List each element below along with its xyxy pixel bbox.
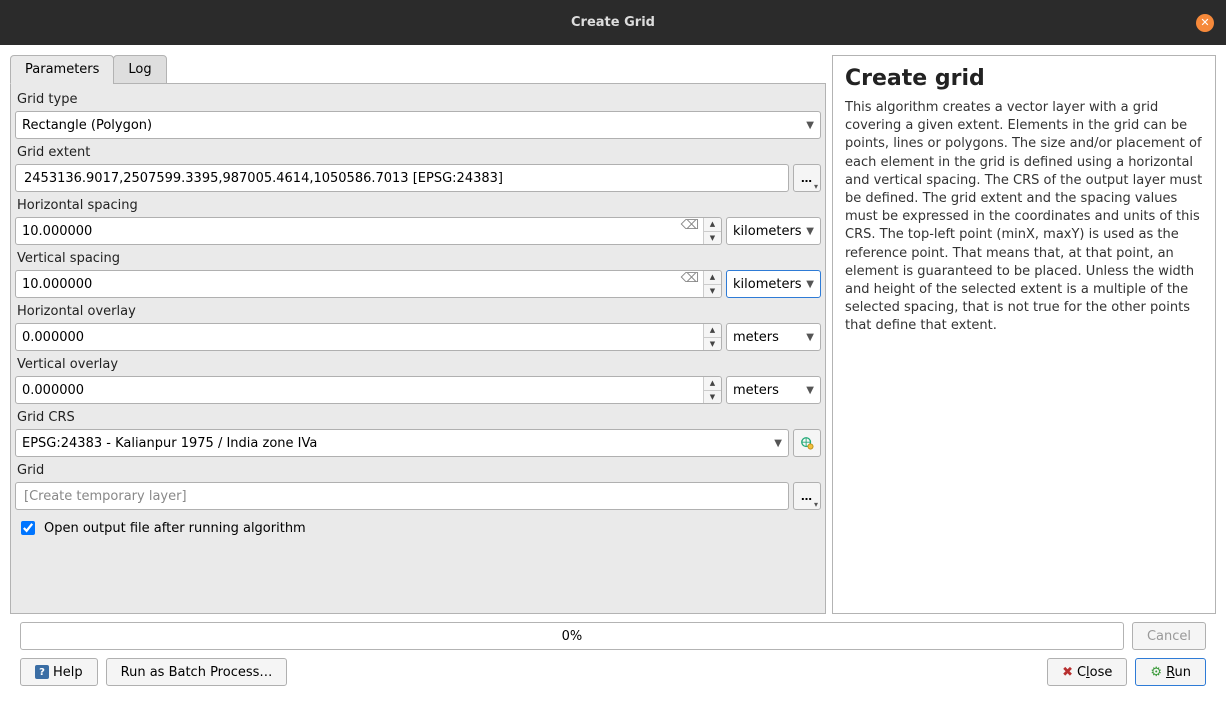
grid-output-input[interactable] — [15, 482, 789, 510]
parameters-body: Grid type Rectangle (Polygon) ▼ Grid ext… — [10, 83, 826, 614]
spin-buttons: ▲ ▼ — [703, 377, 721, 403]
voverlay-unit-select[interactable]: meters ▼ — [726, 376, 821, 404]
run-button[interactable]: ⚙ Run — [1135, 658, 1206, 686]
clear-icon[interactable]: ⌫ — [677, 218, 703, 244]
spin-buttons: ▲ ▼ — [703, 324, 721, 350]
clear-icon[interactable]: ⌫ — [677, 271, 703, 297]
upper-area: Parameters Log Grid type Rectangle (Poly… — [10, 55, 1216, 614]
globe-icon — [800, 436, 814, 450]
form-panel: Parameters Log Grid type Rectangle (Poly… — [10, 55, 826, 614]
chevron-down-icon: ▼ — [806, 279, 814, 290]
chevron-down-icon: ▾ — [814, 182, 818, 191]
hspacing-unit-value: kilometers — [733, 224, 802, 239]
help-body: This algorithm creates a vector layer wi… — [845, 99, 1203, 335]
hoverlay-unit-value: meters — [733, 330, 779, 345]
help-heading: Create grid — [845, 66, 1203, 91]
chevron-down-icon: ▼ — [806, 385, 814, 396]
grid-type-select[interactable]: Rectangle (Polygon) ▼ — [15, 111, 821, 139]
vspacing-field[interactable] — [16, 271, 677, 297]
close-icon: ✖ — [1062, 665, 1073, 680]
hspacing-unit-select[interactable]: kilometers ▼ — [726, 217, 821, 245]
grid-crs-select[interactable]: EPSG:24383 - Kalianpur 1975 / India zone… — [15, 429, 789, 457]
run-label: Run — [1166, 665, 1191, 680]
ellipsis-icon: … — [801, 172, 813, 185]
create-grid-dialog: Create Grid ✕ Parameters Log Grid type R… — [0, 0, 1226, 706]
hoverlay-spinbox[interactable]: ▲ ▼ — [15, 323, 722, 351]
hspacing-label: Horizontal spacing — [15, 194, 821, 217]
grid-output-menu-button[interactable]: … ▾ — [793, 482, 821, 510]
tab-log[interactable]: Log — [113, 55, 166, 84]
grid-type-label: Grid type — [15, 88, 821, 111]
window-close-button[interactable]: ✕ — [1196, 14, 1214, 32]
hspacing-spinbox[interactable]: ⌫ ▲ ▼ — [15, 217, 722, 245]
titlebar: Create Grid ✕ — [0, 0, 1226, 45]
chevron-down-icon: ▼ — [806, 120, 814, 131]
batch-button[interactable]: Run as Batch Process… — [106, 658, 288, 686]
voverlay-field[interactable] — [16, 377, 703, 403]
open-output-label: Open output file after running algorithm — [44, 521, 306, 536]
spin-up-button[interactable]: ▲ — [704, 377, 721, 391]
dialog-content: Parameters Log Grid type Rectangle (Poly… — [0, 45, 1226, 706]
button-row: ? Help Run as Batch Process… ✖ Close ⚙ R… — [10, 658, 1216, 696]
ellipsis-icon: … — [801, 490, 813, 503]
spin-down-button[interactable]: ▼ — [704, 338, 721, 351]
close-button[interactable]: ✖ Close — [1047, 658, 1127, 686]
spin-up-button[interactable]: ▲ — [704, 324, 721, 338]
spin-down-button[interactable]: ▼ — [704, 391, 721, 404]
window-title: Create Grid — [0, 15, 1226, 30]
grid-output-field[interactable] — [22, 488, 782, 505]
spin-buttons: ▲ ▼ — [703, 218, 721, 244]
grid-extent-label: Grid extent — [15, 141, 821, 164]
vspacing-unit-value: kilometers — [733, 277, 802, 292]
grid-extent-input[interactable] — [15, 164, 789, 192]
grid-crs-label: Grid CRS — [15, 406, 821, 429]
voverlay-unit-value: meters — [733, 383, 779, 398]
select-crs-button[interactable] — [793, 429, 821, 457]
spin-up-button[interactable]: ▲ — [704, 271, 721, 285]
help-icon: ? — [35, 665, 49, 679]
help-button[interactable]: ? Help — [20, 658, 98, 686]
spin-down-button[interactable]: ▼ — [704, 232, 721, 245]
hoverlay-unit-select[interactable]: meters ▼ — [726, 323, 821, 351]
vspacing-label: Vertical spacing — [15, 247, 821, 270]
hoverlay-field[interactable] — [16, 324, 703, 350]
spin-down-button[interactable]: ▼ — [704, 285, 721, 298]
chevron-down-icon: ▾ — [814, 500, 818, 509]
tab-bar: Parameters Log — [10, 55, 826, 84]
vspacing-spinbox[interactable]: ⌫ ▲ ▼ — [15, 270, 722, 298]
grid-output-label: Grid — [15, 459, 821, 482]
voverlay-spinbox[interactable]: ▲ ▼ — [15, 376, 722, 404]
progress-bar: 0% — [20, 622, 1124, 650]
progress-text: 0% — [562, 629, 583, 644]
chevron-down-icon: ▼ — [774, 438, 782, 449]
spin-buttons: ▲ ▼ — [703, 271, 721, 297]
run-icon: ⚙ — [1150, 665, 1162, 680]
open-output-row: Open output file after running algorithm — [15, 512, 821, 544]
grid-type-value: Rectangle (Polygon) — [22, 118, 152, 133]
chevron-down-icon: ▼ — [806, 226, 814, 237]
grid-extent-menu-button[interactable]: … ▾ — [793, 164, 821, 192]
grid-crs-value: EPSG:24383 - Kalianpur 1975 / India zone… — [22, 436, 317, 451]
hoverlay-label: Horizontal overlay — [15, 300, 821, 323]
tab-parameters[interactable]: Parameters — [10, 55, 114, 84]
spin-up-button[interactable]: ▲ — [704, 218, 721, 232]
cancel-button: Cancel — [1132, 622, 1206, 650]
hspacing-field[interactable] — [16, 218, 677, 244]
chevron-down-icon: ▼ — [806, 332, 814, 343]
open-output-checkbox[interactable] — [21, 521, 35, 535]
voverlay-label: Vertical overlay — [15, 353, 821, 376]
progress-row: 0% Cancel — [10, 622, 1216, 650]
grid-extent-field[interactable] — [22, 170, 782, 187]
help-panel: Create grid This algorithm creates a vec… — [832, 55, 1216, 614]
close-label: Close — [1077, 665, 1112, 680]
vspacing-unit-select[interactable]: kilometers ▼ — [726, 270, 821, 298]
